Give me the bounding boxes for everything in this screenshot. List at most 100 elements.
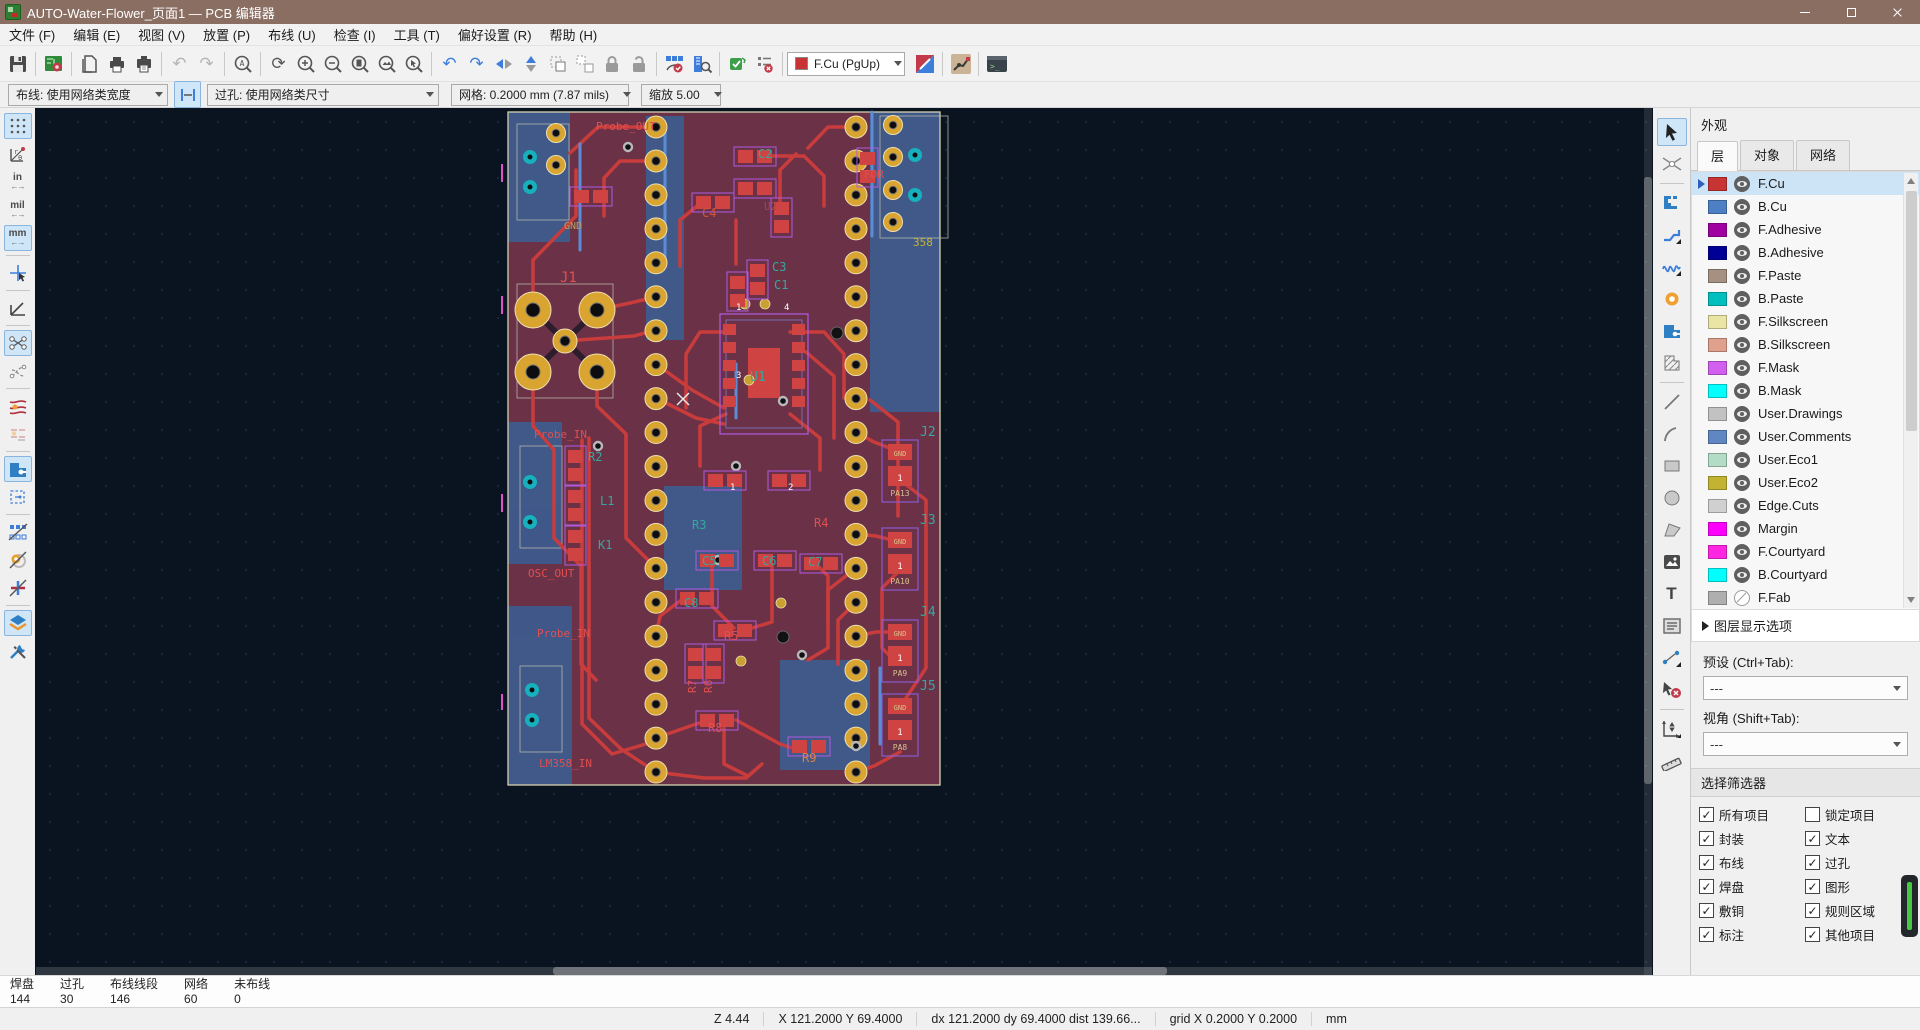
filter-item[interactable]: ✓ 标注: [1699, 925, 1805, 944]
save-button[interactable]: [4, 50, 31, 77]
tab-nets[interactable]: 网络: [1796, 140, 1851, 170]
curved-ratsnest-button[interactable]: [4, 358, 32, 384]
zoom-objects-button[interactable]: [373, 50, 400, 77]
zoom-select[interactable]: 缩放 5.00: [641, 83, 722, 106]
units-inches-button[interactable]: in ←→: [4, 169, 32, 195]
scroll-down-icon[interactable]: [1907, 597, 1915, 603]
layer-row-B.Paste[interactable]: B.Paste: [1692, 287, 1919, 310]
layer-color-swatch[interactable]: [1708, 590, 1727, 605]
maximize-button[interactable]: [1828, 0, 1874, 24]
checkbox-checked-icon[interactable]: ✓: [1699, 927, 1714, 942]
layer-pair-button[interactable]: [911, 50, 938, 77]
layer-row-User.Eco2[interactable]: User.Eco2: [1692, 471, 1919, 494]
layer-color-swatch[interactable]: [1708, 475, 1727, 490]
layer-row-F.Paste[interactable]: F.Paste: [1692, 264, 1919, 287]
visibility-eye-icon[interactable]: [1734, 497, 1750, 514]
filter-item[interactable]: ✓ 其他项目: [1805, 925, 1912, 944]
visibility-eye-icon[interactable]: [1734, 221, 1750, 238]
layer-color-swatch[interactable]: [1708, 222, 1727, 237]
checkbox-checked-icon[interactable]: ✓: [1699, 831, 1714, 846]
visibility-eye-icon[interactable]: [1734, 428, 1750, 445]
menu-item[interactable]: 工具 (T): [385, 23, 449, 46]
tab-objects[interactable]: 对象: [1740, 140, 1795, 170]
filter-item[interactable]: ✓ 文本: [1805, 829, 1912, 848]
viewport-select[interactable]: ---: [1703, 732, 1908, 756]
filter-item[interactable]: ✓ 图形: [1805, 877, 1912, 896]
draw-line-button[interactable]: [1657, 388, 1687, 416]
layer-row-F.Fab[interactable]: F.Fab: [1692, 586, 1919, 609]
visibility-eye-icon[interactable]: [1734, 313, 1750, 330]
menu-item[interactable]: 偏好设置 (R): [449, 23, 541, 46]
layer-row-F.Mask[interactable]: F.Mask: [1692, 356, 1919, 379]
add-image-button[interactable]: [1657, 548, 1687, 576]
layer-color-swatch[interactable]: [1708, 360, 1727, 375]
drc-button[interactable]: [724, 50, 751, 77]
add-via-button[interactable]: [1657, 285, 1687, 313]
menu-item[interactable]: 文件 (F): [0, 23, 64, 46]
layer-display-options[interactable]: 图层显示选项: [1691, 610, 1920, 642]
draw-rectangle-button[interactable]: [1657, 452, 1687, 480]
layer-row-User.Eco1[interactable]: User.Eco1: [1692, 448, 1919, 471]
menu-item[interactable]: 放置 (P): [194, 23, 259, 46]
flip-horizontal-button[interactable]: [490, 50, 517, 77]
redo-button[interactable]: ↷: [193, 50, 220, 77]
add-dimension-button[interactable]: [1657, 644, 1687, 672]
zoom-out-button[interactable]: [319, 50, 346, 77]
set-origin-button[interactable]: [1657, 715, 1687, 743]
draw-polygon-button[interactable]: [1657, 516, 1687, 544]
drc-exclusions-button[interactable]: [751, 50, 778, 77]
scroll-up-icon[interactable]: [1907, 178, 1915, 184]
delete-tool-button[interactable]: [1657, 676, 1687, 704]
select-tool-button[interactable]: [1656, 118, 1687, 146]
checkbox-checked-icon[interactable]: ✓: [1805, 927, 1820, 942]
rotate-ccw-button[interactable]: ↶: [436, 50, 463, 77]
checkbox-checked-icon[interactable]: ✓: [1699, 903, 1714, 918]
menu-item[interactable]: 帮助 (H): [541, 23, 607, 46]
filter-item[interactable]: ✓ 焊盘: [1699, 877, 1805, 896]
zoom-fit-button[interactable]: [346, 50, 373, 77]
canvas-vscrollbar[interactable]: [1644, 108, 1652, 975]
visibility-eye-icon[interactable]: [1734, 336, 1750, 353]
filter-item[interactable]: ✓ 所有项目: [1699, 805, 1805, 824]
layer-row-B.Adhesive[interactable]: B.Adhesive: [1692, 241, 1919, 264]
layer-list-scrollbar[interactable]: [1903, 173, 1918, 608]
units-mils-button[interactable]: mil ←→: [4, 197, 32, 223]
minimize-button[interactable]: [1782, 0, 1828, 24]
lock-button[interactable]: [598, 50, 625, 77]
add-text-button[interactable]: T: [1657, 580, 1687, 608]
plot-button[interactable]: [130, 50, 157, 77]
layer-color-swatch[interactable]: [1708, 291, 1727, 306]
layer-row-F.Cu[interactable]: F.Cu: [1692, 172, 1919, 195]
layer-color-swatch[interactable]: [1708, 567, 1727, 582]
close-button[interactable]: [1874, 0, 1920, 24]
add-rule-area-button[interactable]: [1657, 349, 1687, 377]
sketch-tracks-button[interactable]: [4, 575, 32, 601]
checkbox-checked-icon[interactable]: ✓: [1805, 855, 1820, 870]
layer-color-swatch[interactable]: [1708, 521, 1727, 536]
rotate-cw-button[interactable]: ↷: [463, 50, 490, 77]
router-settings-button[interactable]: [947, 50, 974, 77]
layer-row-Margin[interactable]: Margin: [1692, 517, 1919, 540]
visibility-eye-icon[interactable]: [1734, 359, 1750, 376]
layer-color-swatch[interactable]: [1708, 406, 1727, 421]
visibility-eye-icon[interactable]: [1734, 451, 1750, 468]
footprint-browser-button[interactable]: [688, 50, 715, 77]
via-size-select[interactable]: 过孔: 使用网络类尺寸: [207, 83, 439, 106]
draw-arc-button[interactable]: [1657, 420, 1687, 448]
visibility-eye-icon[interactable]: [1734, 566, 1750, 583]
filter-item[interactable]: ✓ 封装: [1699, 829, 1805, 848]
layer-color-swatch[interactable]: [1708, 544, 1727, 559]
preset-select[interactable]: ---: [1703, 676, 1908, 700]
layer-row-F.Silkscreen[interactable]: F.Silkscreen: [1692, 310, 1919, 333]
tune-length-button[interactable]: [1657, 253, 1687, 281]
show-ratsnest-button[interactable]: [3, 330, 32, 356]
grid-select[interactable]: 网格: 0.2000 mm (7.87 mils): [451, 83, 632, 106]
menu-item[interactable]: 视图 (V): [129, 23, 194, 46]
filter-item[interactable]: ✓ 敷铜: [1699, 901, 1805, 920]
layer-row-B.Silkscreen[interactable]: B.Silkscreen: [1692, 333, 1919, 356]
update-pcb-button[interactable]: [661, 50, 688, 77]
flip-vertical-button[interactable]: [517, 50, 544, 77]
filter-item[interactable]: 锁定项目: [1805, 805, 1912, 824]
checkbox-checked-icon[interactable]: ✓: [1805, 903, 1820, 918]
refresh-button[interactable]: ⟳: [265, 50, 292, 77]
